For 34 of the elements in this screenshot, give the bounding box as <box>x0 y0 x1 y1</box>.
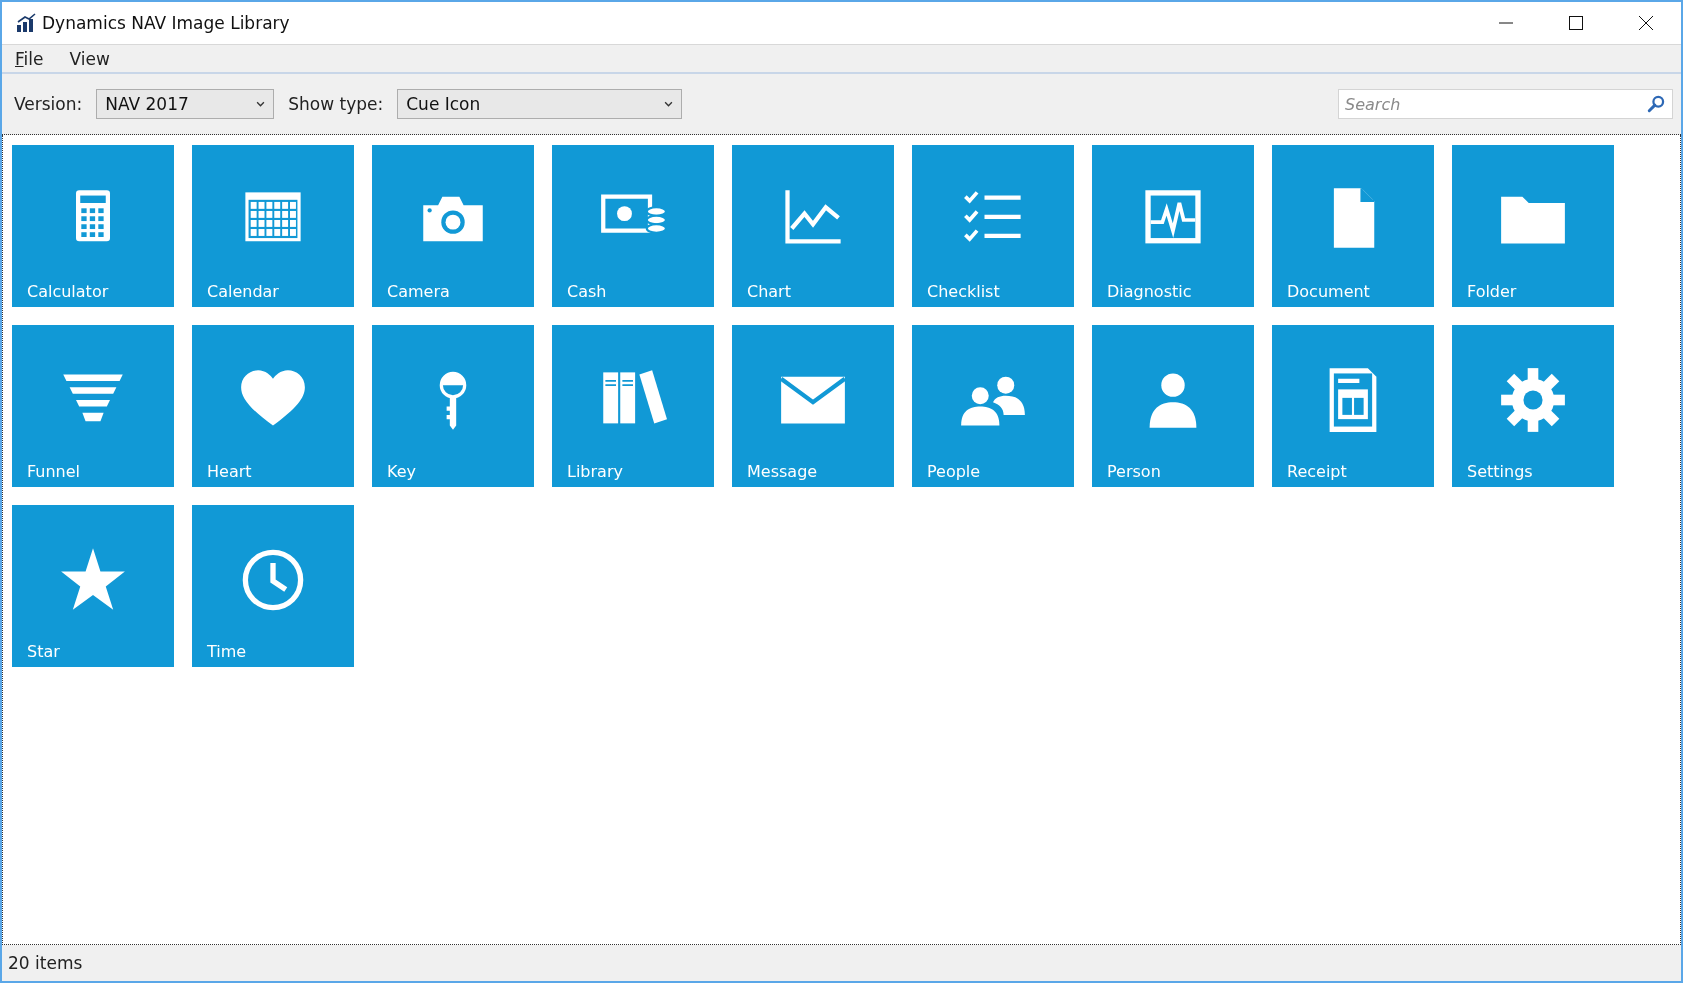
image-tile[interactable]: Message <box>732 325 894 487</box>
image-tile[interactable]: Person <box>1092 325 1254 487</box>
image-tile[interactable]: Time <box>192 505 354 667</box>
image-tile[interactable]: Document <box>1272 145 1434 307</box>
caret-icon <box>664 101 674 107</box>
status-text: 20 items <box>8 953 83 973</box>
image-tile[interactable]: People <box>912 325 1074 487</box>
image-tile[interactable]: Cash <box>552 145 714 307</box>
menu-item[interactable]: View <box>66 48 113 69</box>
image-tile[interactable]: Calculator <box>12 145 174 307</box>
image-tile[interactable]: Key <box>372 325 534 487</box>
image-tile[interactable]: Heart <box>192 325 354 487</box>
caret-icon <box>256 101 266 107</box>
window-title: Dynamics NAV Image Library <box>42 13 290 33</box>
search-icon <box>1647 95 1665 113</box>
image-tile[interactable]: Chart <box>732 145 894 307</box>
version-label: Version: <box>14 94 83 114</box>
app-bar-chart-icon <box>16 13 36 33</box>
image-tile[interactable]: Receipt <box>1272 325 1434 487</box>
search-field[interactable]: Search <box>1338 89 1673 119</box>
image-tile[interactable]: Funnel <box>12 325 174 487</box>
image-tile[interactable]: Folder <box>1452 145 1614 307</box>
show-type-dropdown[interactable]: Cue Icon <box>397 89 683 119</box>
image-tile[interactable]: Diagnostic <box>1092 145 1254 307</box>
image-tile[interactable]: Star <box>12 505 174 667</box>
image-tile[interactable]: Settings <box>1452 325 1614 487</box>
menu-item[interactable]: File <box>12 48 47 69</box>
settings-icon <box>1499 366 1567 434</box>
image-tile[interactable]: Calendar <box>192 145 354 307</box>
show-type-label: Show type: <box>288 94 384 114</box>
image-tile[interactable]: Library <box>552 325 714 487</box>
image-tile[interactable]: Checklist <box>912 145 1074 307</box>
version-dropdown[interactable]: NAV 2017 <box>96 89 275 119</box>
image-tile[interactable]: Camera <box>372 145 534 307</box>
